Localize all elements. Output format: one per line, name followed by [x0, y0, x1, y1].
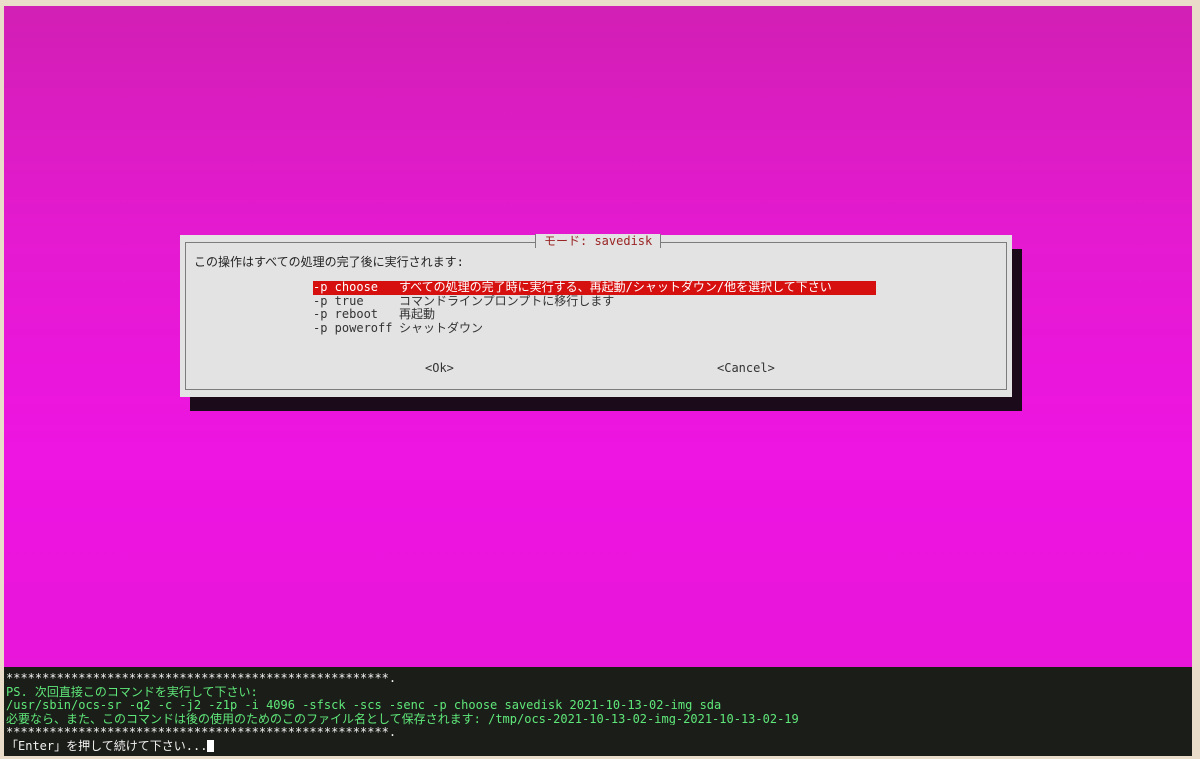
- ps-line: PS. 次回直接このコマンドを実行して下さい:: [6, 684, 258, 698]
- menu-item-description: 再起動: [399, 307, 436, 321]
- enter-prompt-text: 「Enter」を押して続けて下さい...: [6, 738, 208, 753]
- dialog-prompt: この操作はすべての処理の完了後に実行されます:: [194, 255, 464, 269]
- menu-item-poweroff[interactable]: -p poweroff シャットダウン: [313, 320, 876, 336]
- menu-item-option: -p reboot: [313, 307, 379, 321]
- option-menu: -p choose すべての処理の完了時に実行する、再起動/シャットダウン/他を…: [313, 280, 876, 336]
- terminal-screen: モード: savedisk この操作はすべての処理の完了後に実行されます: -p…: [4, 6, 1192, 756]
- ok-button[interactable]: <Ok>: [425, 361, 454, 375]
- menu-item-description: シャットダウン: [399, 320, 484, 335]
- dialog-title: モード: savedisk: [535, 234, 662, 248]
- menu-item-description: すべての処理の完了時に実行する、再起動/シャットダウン/他を選択して下さい: [399, 280, 832, 294]
- menu-item-description: コマンドラインプロンプトに移行します: [399, 293, 615, 308]
- menu-item-reboot[interactable]: -p reboot 再起動: [313, 307, 876, 322]
- menu-item-option: -p choose: [313, 280, 379, 294]
- menu-item-true[interactable]: -p true コマンドラインプロンプトに移行します: [313, 293, 876, 309]
- cancel-button[interactable]: <Cancel>: [717, 361, 775, 375]
- menu-item-choose[interactable]: -p choose すべての処理の完了時に実行する、再起動/シャットダウン/他を…: [313, 280, 876, 295]
- console-output: ****************************************…: [4, 667, 1192, 756]
- text-cursor: [207, 739, 215, 752]
- enter-prompt-line[interactable]: 「Enter」を押して続けて下さい...: [6, 738, 1192, 753]
- menu-item-option: -p true: [313, 293, 364, 308]
- mode-dialog: モード: savedisk この操作はすべての処理の完了後に実行されます: -p…: [180, 234, 1012, 397]
- menu-item-option: -p poweroff: [313, 320, 393, 335]
- separator-line: ****************************************…: [6, 725, 397, 739]
- command-line: /usr/sbin/ocs-sr -q2 -c -j2 -z1p -i 4096…: [6, 698, 722, 712]
- separator-line: ****************************************…: [6, 671, 397, 685]
- saved-file-line: 必要なら、また、このコマンドは後の使用のためのこのファイル名として保存されます:…: [6, 711, 799, 725]
